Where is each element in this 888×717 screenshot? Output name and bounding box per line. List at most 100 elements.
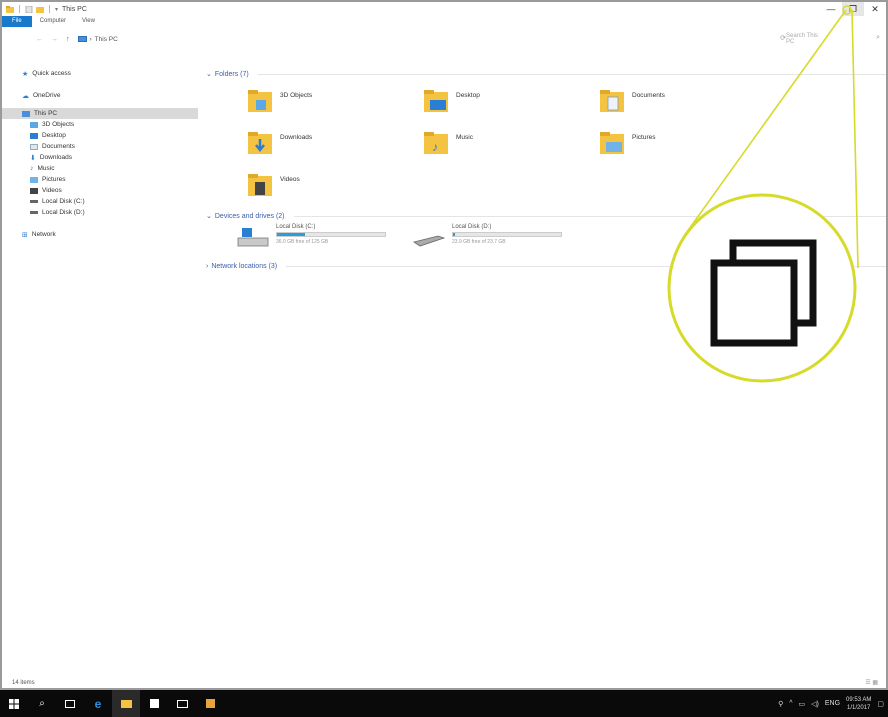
clock-time: 09:53 AM — [846, 696, 872, 703]
taskbar-file-explorer[interactable] — [112, 690, 140, 717]
folder-label: Pictures — [632, 134, 656, 141]
sidebar-item-quick-access[interactable]: ★ Quick access — [2, 68, 198, 79]
folder-label: Desktop — [456, 92, 480, 99]
window-title: This PC — [62, 5, 87, 13]
download-icon: ⬇ — [30, 154, 36, 162]
minimize-button[interactable]: — — [820, 2, 842, 16]
documents-folder-icon — [600, 90, 624, 112]
sidebar-item-downloads[interactable]: ⬇ Downloads — [2, 152, 198, 163]
restore-button[interactable]: ❐ — [842, 2, 864, 16]
drive-local-disk-d[interactable]: Local Disk (D:) 23.9 GB free of 23.7 GB — [412, 224, 562, 250]
network-icon: ⊞ — [22, 231, 28, 239]
videos-folder-icon — [248, 174, 272, 196]
drive-name: Local Disk (C:) — [276, 224, 316, 230]
folder-3d-objects[interactable]: 3D Objects — [246, 88, 312, 114]
chevron-up-icon[interactable]: ^ — [789, 700, 792, 707]
drives-grid: Local Disk (C:) 36.0 GB free of 125 GB L… — [206, 222, 886, 260]
drive-local-disk-c[interactable]: Local Disk (C:) 36.0 GB free of 125 GB — [236, 224, 386, 250]
sidebar-item-desktop[interactable]: Desktop — [2, 130, 198, 141]
windows-drive-icon — [237, 228, 269, 247]
task-view-button[interactable] — [56, 690, 84, 717]
close-icon: ✕ — [871, 3, 879, 14]
sidebar-item-3d-objects[interactable]: 3D Objects — [2, 119, 198, 130]
customize-dropdown-icon[interactable]: ▾ — [55, 6, 58, 13]
view-toggle-icons[interactable]: ☰ ▦ — [865, 679, 878, 686]
sidebar-item-this-pc[interactable]: This PC — [2, 108, 198, 119]
search-button[interactable]: ⌕ — [28, 690, 56, 717]
document-icon — [30, 143, 38, 150]
volume-icon[interactable]: ◁) — [811, 700, 819, 708]
chevron-down-icon: ⌄ — [206, 213, 212, 220]
new-folder-icon[interactable] — [36, 6, 44, 13]
folder-documents[interactable]: Documents — [598, 88, 665, 114]
properties-icon[interactable] — [25, 5, 33, 13]
input-language[interactable]: ENG — [825, 700, 840, 707]
sidebar-item-videos[interactable]: Videos — [2, 185, 198, 196]
title-bar[interactable]: ▾ This PC — ❐ ✕ — [2, 2, 886, 16]
taskbar-edge[interactable]: e — [84, 690, 112, 717]
tab-view[interactable]: View — [74, 16, 103, 27]
app-icon — [205, 699, 215, 708]
start-button[interactable] — [0, 690, 28, 717]
folder-videos[interactable]: Videos — [246, 172, 300, 198]
folder-label: Downloads — [280, 134, 313, 141]
cloud-icon: ☁ — [22, 92, 29, 100]
sidebar-item-network[interactable]: ⊞ Network — [2, 229, 198, 240]
network-icon[interactable]: ▭ — [799, 700, 806, 708]
file-explorer-window: ▾ This PC — ❐ ✕ File Computer View ← → ↑… — [0, 0, 888, 690]
sidebar-item-music[interactable]: ♪ Music — [2, 163, 198, 174]
nav-buttons: ← → ↑ — [2, 36, 70, 43]
folder-music[interactable]: ♪ Music — [422, 130, 473, 156]
folders-grid: 3D Objects Desktop Documents Downloads ♪… — [206, 80, 886, 210]
sidebar-item-documents[interactable]: Documents — [2, 141, 198, 152]
sidebar-item-pictures[interactable]: Pictures — [2, 174, 198, 185]
sidebar-item-onedrive[interactable]: ☁ OneDrive — [2, 90, 198, 101]
tab-file[interactable]: File — [2, 16, 32, 27]
drive-usage-fill — [277, 233, 306, 236]
folder-label: Documents — [632, 92, 665, 99]
people-icon[interactable]: ⚲ — [778, 700, 783, 708]
windows-logo-icon — [9, 698, 19, 709]
folder-downloads[interactable]: Downloads — [246, 130, 312, 156]
folder-desktop[interactable]: Desktop — [422, 88, 480, 114]
taskbar-mail[interactable] — [168, 690, 196, 717]
close-button[interactable]: ✕ — [864, 2, 886, 16]
search-input[interactable]: Search This PC — [786, 33, 826, 45]
folder-pictures[interactable]: Pictures — [598, 130, 655, 156]
group-header-label: Devices and drives (2) — [214, 212, 285, 220]
up-button[interactable]: ↑ — [66, 36, 70, 43]
folders-group-header[interactable]: ⌄ Folders (7) — [206, 68, 886, 80]
sidebar-item-label: 3D Objects — [42, 121, 75, 128]
task-view-icon — [65, 699, 75, 708]
file-explorer-icon — [120, 699, 132, 708]
picture-icon — [30, 176, 38, 183]
minimize-icon: — — [826, 4, 836, 14]
cube-folder-icon — [248, 90, 272, 112]
forward-button[interactable]: → — [51, 36, 58, 43]
tab-computer[interactable]: Computer — [32, 16, 74, 27]
address-bar[interactable]: › This PC — [77, 35, 118, 43]
back-button[interactable]: ← — [36, 36, 43, 43]
drive-icon — [30, 211, 38, 214]
notifications-icon[interactable]: ▢ — [877, 700, 884, 708]
video-icon — [30, 187, 38, 194]
quick-access-toolbar: ▾ — [2, 2, 58, 16]
drive-free-space: 23.9 GB free of 23.7 GB — [452, 239, 506, 245]
store-icon — [149, 699, 159, 708]
taskbar-store[interactable] — [140, 690, 168, 717]
drive-icon — [30, 200, 38, 203]
devices-group-header[interactable]: ⌄ Devices and drives (2) — [206, 210, 886, 222]
breadcrumb-this-pc[interactable]: This PC — [95, 36, 118, 43]
downloads-folder-icon — [248, 132, 272, 154]
sidebar-item-local-disk-d[interactable]: Local Disk (D:) — [2, 207, 198, 218]
taskbar-app[interactable] — [196, 690, 224, 717]
chevron-right-icon: › — [206, 262, 209, 270]
sidebar-item-label: Desktop — [42, 132, 66, 139]
breadcrumb-separator: › — [89, 35, 92, 43]
network-group-header[interactable]: › Network locations (3) — [206, 260, 886, 272]
music-icon: ♪ — [30, 165, 34, 172]
pictures-folder-icon — [600, 132, 624, 154]
sidebar-item-label: Quick access — [32, 70, 71, 77]
sidebar-item-local-disk-c[interactable]: Local Disk (C:) — [2, 196, 198, 207]
clock[interactable]: 09:53 AM 1/1/2017 — [846, 696, 871, 712]
